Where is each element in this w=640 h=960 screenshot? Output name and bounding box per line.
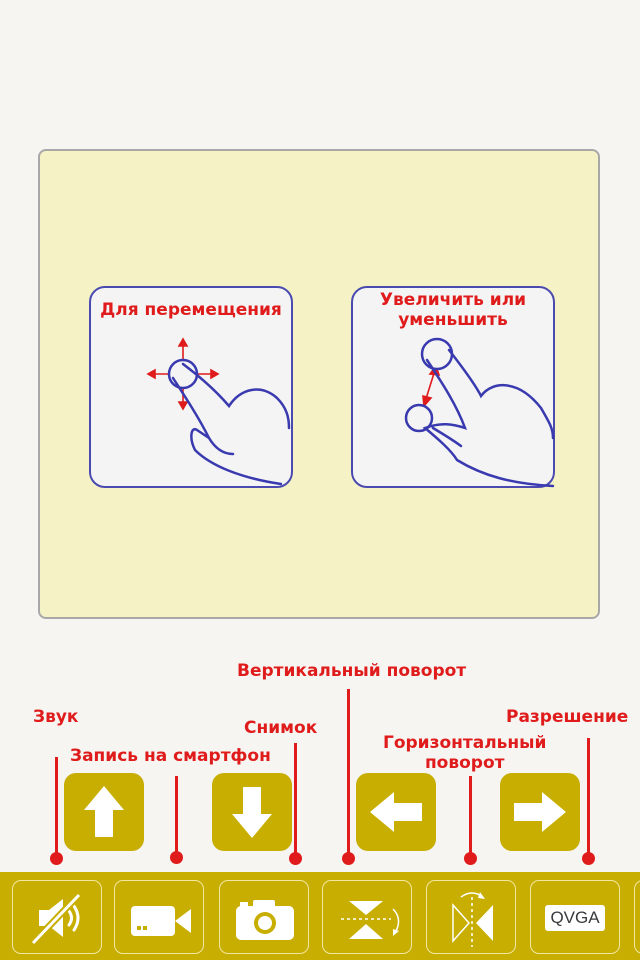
callout-line-vertical xyxy=(347,689,350,859)
record-to-phone-button[interactable] xyxy=(114,880,204,954)
pan-down-button[interactable] xyxy=(212,773,292,851)
resolution-button[interactable]: QVGA xyxy=(530,880,620,954)
callout-line-snapshot xyxy=(294,743,297,859)
vertical-flip-button[interactable] xyxy=(322,880,412,954)
callout-dot-snapshot xyxy=(289,852,302,865)
pan-up-button[interactable] xyxy=(64,773,144,851)
sound-toggle-button[interactable] xyxy=(12,880,102,954)
callout-dot-sound xyxy=(50,852,63,865)
callout-dot-resolution xyxy=(582,852,595,865)
sound-muted-icon xyxy=(30,892,82,946)
callout-snapshot: Снимок xyxy=(244,718,318,738)
arrow-left-icon xyxy=(370,792,422,832)
drag-hand-icon xyxy=(146,337,291,486)
callout-record-phone: Запись на смартфон xyxy=(70,746,271,766)
pan-left-button[interactable] xyxy=(356,773,436,851)
pinch-hand-icon xyxy=(404,337,555,488)
callout-dot-vertical xyxy=(342,852,355,865)
pan-right-button[interactable] xyxy=(500,773,580,851)
arrow-down-icon xyxy=(232,787,272,838)
callout-vertical-flip: Вертикальный поворот xyxy=(237,661,467,681)
callout-resolution: Разрешение xyxy=(506,707,629,727)
callout-sound: Звук xyxy=(33,707,79,727)
snapshot-button[interactable] xyxy=(219,880,309,954)
video-camera-icon xyxy=(131,906,191,936)
callout-line-sound xyxy=(55,757,58,859)
move-gesture-card: Для перемещения xyxy=(89,286,293,488)
horizontal-flip-button[interactable] xyxy=(426,880,516,954)
toolbar-more-button[interactable] xyxy=(634,880,640,954)
vertical-flip-icon xyxy=(341,901,400,939)
bottom-toolbar: QVGA xyxy=(0,872,640,960)
resolution-value: QVGA xyxy=(545,905,605,931)
callout-horizontal-flip: Горизонтальный поворот xyxy=(383,733,547,773)
zoom-gesture-card: Увеличить или уменьшить xyxy=(351,286,555,488)
callout-dot-horizontal xyxy=(464,852,477,865)
callout-line-horizontal xyxy=(469,776,472,859)
arrow-right-icon xyxy=(514,792,566,832)
callout-line-record xyxy=(175,776,178,858)
callout-line-resolution xyxy=(587,738,590,859)
photo-camera-icon xyxy=(236,900,294,940)
callout-dot-record xyxy=(170,851,183,864)
arrow-up-icon xyxy=(84,786,124,837)
horizontal-flip-icon xyxy=(452,892,493,947)
